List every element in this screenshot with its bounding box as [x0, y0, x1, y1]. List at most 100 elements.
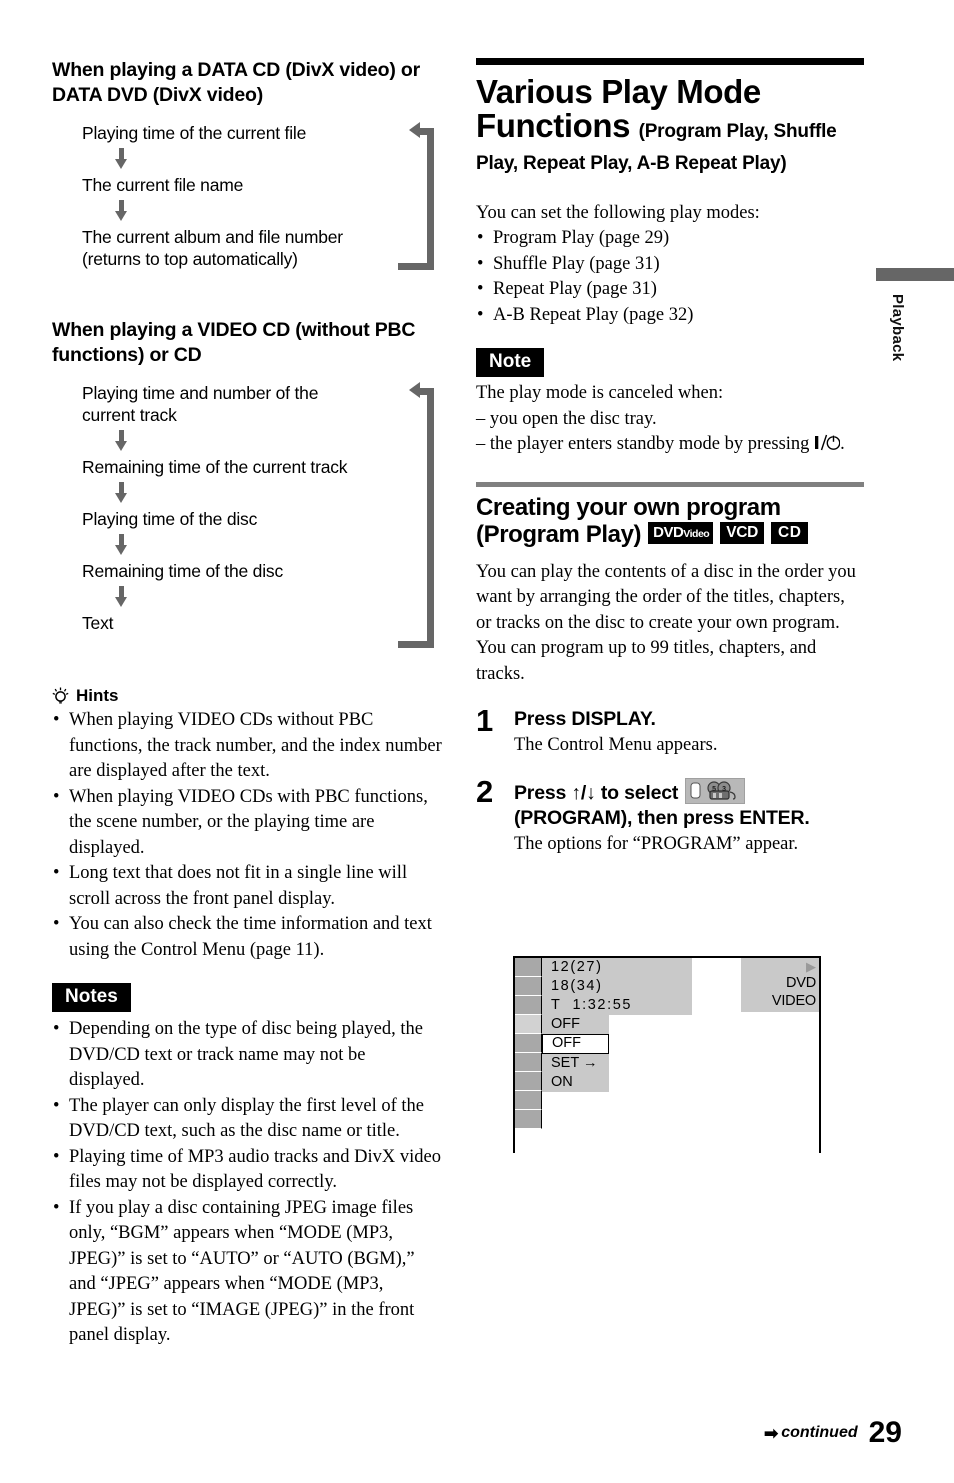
page-number: 29 — [868, 1416, 902, 1449]
flow-step: Remaining time of the current track — [82, 457, 348, 477]
flow-step: Remaining time of the disc — [82, 561, 284, 581]
side-tab-bar — [876, 268, 954, 281]
arrow-down-icon — [115, 482, 127, 504]
note-line: – you open the disc tray. — [476, 408, 657, 429]
left-column: When playing a DATA CD (DivX video) or D… — [52, 58, 444, 1349]
arrow-down-icon — [115, 200, 127, 222]
osd-row-set: SET → — [542, 1054, 609, 1073]
side-tab-label: Playback — [889, 294, 906, 362]
osd-row-title-number: 12(27) — [542, 958, 692, 977]
notes-list: • Depending on the type of disc being pla… — [52, 1017, 444, 1349]
bullet: • — [53, 1146, 60, 1167]
step-1: 1 Press DISPLAY. The Control Menu appear… — [476, 703, 864, 758]
osd-icon-cell — [515, 1034, 542, 1053]
osd-row-list: 12(27) 18(34) T 1:32:55 OFF OFF SET → ON — [542, 958, 692, 1092]
bullet: • — [477, 253, 484, 274]
loop-back-arrow-icon — [398, 381, 442, 652]
step-title: Press ↑/↓ to select 5 3 (PROGRAM), then … — [514, 778, 864, 831]
list-item: • You can also check the time information… — [53, 914, 432, 960]
list-item: • A-B Repeat Play (page 32) — [476, 303, 864, 329]
step-title: Press DISPLAY. — [514, 708, 656, 731]
bullet: • — [53, 786, 60, 807]
list-item: • Shuffle Play (page 31) — [476, 252, 864, 278]
osd-disc-label: DVD VIDEO — [771, 975, 816, 1009]
title-rule — [476, 58, 864, 65]
osd-icon-cell-highlighted — [515, 1015, 542, 1034]
step-description: The options for “PROGRAM” appear. — [514, 834, 799, 855]
flow-step: Playing time and number of the current t… — [82, 383, 319, 425]
step-description: The Control Menu appears. — [514, 735, 718, 756]
osd-icon-cell — [515, 977, 542, 996]
arrow-down-icon — [115, 148, 127, 170]
bullet: • — [53, 863, 60, 883]
osd-icon-cell — [515, 958, 542, 977]
bullet: • — [477, 228, 484, 249]
hints-label: Hints — [76, 686, 119, 705]
osd-row-selected[interactable]: OFF — [542, 1034, 609, 1054]
note-body: The play mode is canceled when: – you op… — [476, 381, 864, 460]
cd-badge: CD — [771, 521, 809, 545]
step-content: Press ↑/↓ to select 5 3 (PROGRAM), then … — [514, 778, 864, 857]
list-item: • Program Play (page 29) — [476, 226, 864, 252]
flow-step: Playing time of the disc — [82, 509, 258, 529]
power-symbol-icon — [814, 434, 841, 460]
list-item: • The player can only display the first l… — [53, 1095, 424, 1142]
program-section-heading: Creating your own program (Program Play)… — [476, 494, 864, 548]
note-line: – the player enters standby mode by pres… — [476, 432, 864, 460]
hints-list: • When playing VIDEO CDs without PBC func… — [52, 708, 444, 963]
list-item: • When playing VIDEO CDs without PBC func… — [53, 710, 442, 781]
bullet: • — [53, 1197, 60, 1218]
osd-disc-panel: ▶ DVD VIDEO — [741, 958, 819, 1012]
play-icon: ▶ — [806, 959, 816, 974]
lightbulb-icon — [52, 687, 69, 706]
osd-row-chapter-number: 18(34) — [542, 977, 692, 996]
list-item: • When playing VIDEO CDs with PBC functio… — [53, 786, 428, 858]
osd-icon-cell — [515, 1110, 542, 1129]
manual-page: When playing a DATA CD (DivX video) or D… — [0, 0, 954, 1483]
bullet: • — [53, 914, 60, 934]
list-item: • Repeat Play (page 31) — [476, 277, 864, 303]
bullet: • — [53, 1095, 60, 1116]
program-paragraph: You can play the contents of a disc in t… — [476, 561, 856, 684]
osd-row-option: OFF — [542, 1015, 609, 1034]
list-item: • Depending on the type of disc being pla… — [53, 1019, 423, 1090]
flow-step: The current album and file number (retur… — [82, 227, 343, 269]
arrow-right-icon: ➡ — [763, 1423, 779, 1443]
continued-label: continued — [781, 1424, 858, 1441]
bullet: • — [477, 304, 484, 325]
heading-video-cd: When playing a VIDEO CD (without PBC fun… — [52, 319, 416, 366]
continued-marker: ➡ continued — [764, 1424, 858, 1442]
osd-icon-cell — [515, 1053, 542, 1072]
loop-back-arrow-icon — [398, 121, 442, 270]
step-content: Press DISPLAY. The Control Menu appears. — [514, 707, 864, 758]
notes-badge: Notes — [52, 983, 131, 1012]
osd-icon-cell — [515, 1091, 542, 1110]
step-number: 1 — [476, 703, 494, 739]
page-title: Various Play Mode Functions (Program Pla… — [476, 75, 864, 175]
dvd-video-badge: DVDVideo — [648, 521, 714, 544]
control-menu-display: 12(27) 18(34) T 1:32:55 OFF OFF SET → ON… — [513, 956, 821, 1153]
osd-icon-cell — [515, 996, 542, 1015]
arrow-down-icon — [115, 586, 127, 608]
note-lead: The play mode is canceled when: — [476, 383, 724, 404]
osd-icon-column — [515, 958, 542, 1129]
list-item: • Long text that does not fit in a single… — [53, 863, 408, 909]
list-item: • Playing time of MP3 audio tracks and Di… — [53, 1146, 442, 1193]
side-tab-playback: Playback — [876, 268, 954, 361]
bullet: • — [477, 279, 484, 300]
heading-line-1: Creating your own program — [476, 493, 781, 521]
flow-step: The current file name — [82, 175, 244, 195]
arrow-down-icon — [115, 534, 127, 556]
section-rule — [476, 481, 864, 487]
flow-diagram-videocd: Playing time and number of the current t… — [82, 381, 444, 672]
osd-row-time: T 1:32:55 — [542, 996, 692, 1015]
bullet: • — [53, 1019, 60, 1039]
hints-title: Hints — [52, 686, 444, 706]
heading-data-cd: When playing a DATA CD (DivX video) or D… — [52, 59, 420, 106]
osd-row-on: ON — [542, 1073, 609, 1092]
flow-step: Text — [82, 613, 114, 633]
step-2: 2 Press ↑/↓ to select 5 3 (PROGRAM), the… — [476, 776, 864, 857]
bullet: • — [53, 710, 60, 730]
arrow-down-icon — [115, 430, 127, 452]
osd-icon-cell — [515, 1072, 542, 1091]
